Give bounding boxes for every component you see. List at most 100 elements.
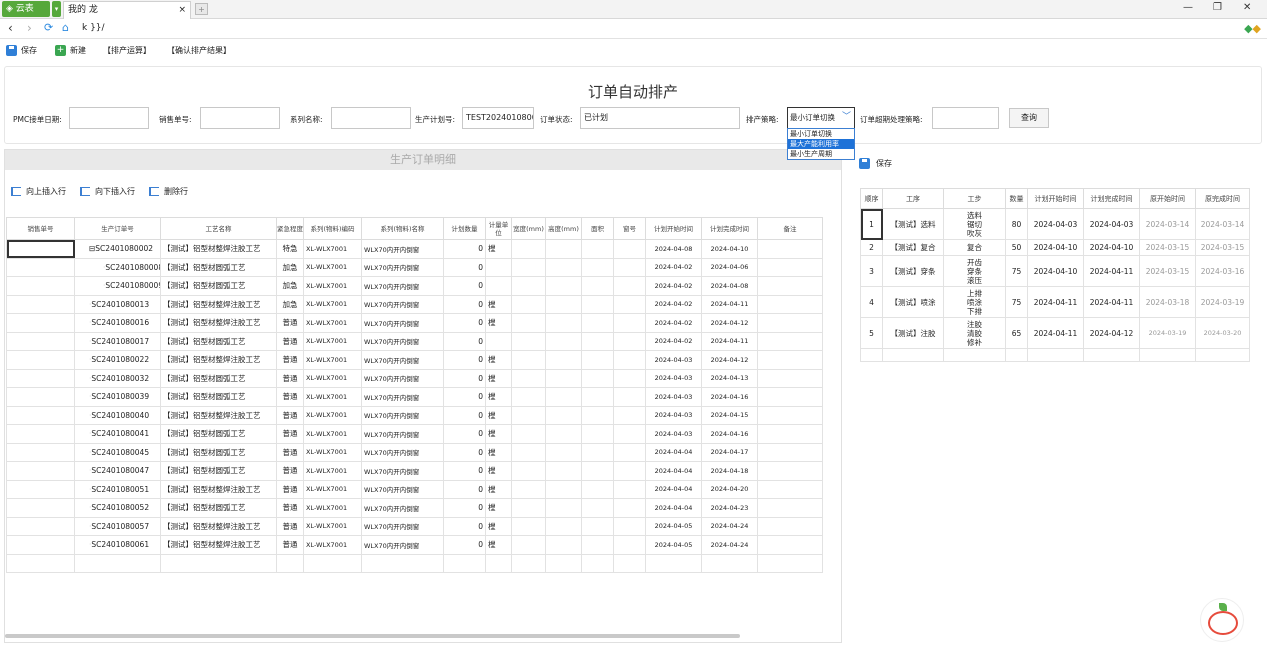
area-cell[interactable] — [581, 405, 614, 425]
remark-cell[interactable] — [757, 424, 823, 444]
empty-cell[interactable] — [1005, 348, 1028, 362]
process-cell[interactable]: 【测试】选料 — [882, 208, 944, 240]
empty-cell[interactable] — [1195, 348, 1250, 362]
empty-cell[interactable] — [361, 553, 444, 573]
end-cell[interactable]: 2024-04-16 — [701, 424, 758, 444]
end-cell[interactable]: 2024-04-08 — [701, 276, 758, 296]
brand-dropdown-icon[interactable]: ▾ — [52, 1, 61, 17]
unit-cell[interactable]: 樘 — [485, 313, 512, 333]
area-cell[interactable] — [581, 294, 614, 314]
brand-menu-button[interactable]: ◈ 云表 — [2, 1, 50, 17]
code-cell[interactable]: XL-WLX7001 — [303, 479, 362, 499]
table-row[interactable]: ·SC2401080047 【测试】铝型材圆弧工艺 普通 XL-WLX7001 WLX7… — [6, 461, 823, 481]
column-header[interactable]: 计划完成时间 — [701, 217, 758, 240]
height-cell[interactable] — [545, 276, 582, 296]
window-cell[interactable] — [613, 239, 646, 259]
end-cell[interactable]: 2024-04-03 — [1083, 208, 1140, 240]
empty-cell[interactable] — [276, 553, 304, 573]
start-cell[interactable]: 2024-04-03 — [645, 387, 702, 407]
end-cell[interactable]: 2024-04-06 — [701, 257, 758, 277]
empty-cell[interactable] — [860, 348, 883, 362]
height-cell[interactable] — [545, 313, 582, 333]
empty-cell[interactable] — [443, 553, 486, 573]
delete-row-button[interactable]: 删除行 — [149, 186, 188, 197]
column-header[interactable]: 计量单位 — [485, 217, 512, 240]
name-cell[interactable]: WLX70内开内倒窗 — [361, 387, 444, 407]
start-cell[interactable]: 2024-04-08 — [645, 239, 702, 259]
window-cell[interactable] — [613, 461, 646, 481]
width-cell[interactable] — [511, 424, 546, 444]
urgency-cell[interactable]: 普通 — [276, 535, 304, 555]
qty-cell[interactable]: 0 — [443, 498, 486, 518]
area-cell[interactable] — [581, 350, 614, 370]
forward-icon[interactable]: › — [27, 21, 32, 35]
remark-cell[interactable] — [757, 535, 823, 555]
order-no-cell[interactable]: ·SC2401080032 — [74, 368, 161, 388]
table-row[interactable]: ·SC2401080041 【测试】铝型材圆弧工艺 普通 XL-WLX7001 WLX7… — [6, 424, 823, 444]
height-cell[interactable] — [545, 479, 582, 499]
order-no-cell[interactable]: ·SC2401080039 — [74, 387, 161, 407]
qty-cell[interactable]: 0 — [443, 424, 486, 444]
seq-cell[interactable]: 4 — [860, 286, 883, 318]
order-no-cell[interactable]: ·SC2401080057 — [74, 516, 161, 536]
remark-cell[interactable] — [757, 461, 823, 481]
end-cell[interactable]: 2024-04-11 — [701, 331, 758, 351]
qty-cell[interactable]: 0 — [443, 516, 486, 536]
qty-cell[interactable]: 0 — [443, 479, 486, 499]
column-header[interactable]: 宽度(mm) — [511, 217, 546, 240]
code-cell[interactable]: XL-WLX7001 — [303, 516, 362, 536]
name-cell[interactable]: WLX70内开内倒窗 — [361, 313, 444, 333]
remark-cell[interactable] — [757, 257, 823, 277]
area-cell[interactable] — [581, 313, 614, 333]
strategy-option[interactable]: 最小订单切换 — [788, 129, 854, 139]
start-cell[interactable]: 2024-04-03 — [645, 424, 702, 444]
name-cell[interactable]: WLX70内开内倒窗 — [361, 294, 444, 314]
width-cell[interactable] — [511, 313, 546, 333]
sales-no-cell[interactable] — [6, 368, 75, 388]
area-cell[interactable] — [581, 424, 614, 444]
empty-cell[interactable] — [613, 553, 646, 573]
remark-cell[interactable] — [757, 276, 823, 296]
end-cell[interactable]: 2024-04-13 — [701, 368, 758, 388]
name-cell[interactable]: WLX70内开内倒窗 — [361, 331, 444, 351]
column-header[interactable]: 销售单号 — [6, 217, 75, 240]
table-row[interactable]: ·SC2401080040 【测试】铝型材整焊注胶工艺 普通 XL-WLX7001 WL… — [6, 405, 823, 425]
remark-cell[interactable] — [757, 442, 823, 462]
remark-cell[interactable] — [757, 239, 823, 259]
height-cell[interactable] — [545, 331, 582, 351]
refresh-icon[interactable]: ⟳ — [44, 21, 53, 34]
height-cell[interactable] — [545, 257, 582, 277]
sales-no-cell[interactable] — [6, 405, 75, 425]
window-cell[interactable] — [613, 442, 646, 462]
column-header[interactable]: 面积 — [581, 217, 614, 240]
urgency-cell[interactable]: 普通 — [276, 516, 304, 536]
name-cell[interactable]: WLX70内开内倒窗 — [361, 257, 444, 277]
window-cell[interactable] — [613, 516, 646, 536]
plan-no-input[interactable]: TEST2024010800 — [462, 107, 534, 129]
end-cell[interactable]: 2024-04-18 — [701, 461, 758, 481]
steps-cell[interactable]: 复合 — [943, 239, 1006, 256]
area-cell[interactable] — [581, 239, 614, 259]
empty-cell[interactable] — [1027, 348, 1084, 362]
new-tab-button[interactable]: + — [195, 3, 208, 15]
code-cell[interactable]: XL-WLX7001 — [303, 257, 362, 277]
window-cell[interactable] — [613, 257, 646, 277]
process-cell[interactable]: 【测试】铝型材整焊注胶工艺 — [160, 535, 277, 555]
end-cell[interactable]: 2024-04-10 — [701, 239, 758, 259]
order-no-cell[interactable]: ·SC2401080052 — [74, 498, 161, 518]
process-cell[interactable]: 【测试】复合 — [882, 239, 944, 256]
code-cell[interactable]: XL-WLX7001 — [303, 442, 362, 462]
empty-cell[interactable] — [485, 553, 512, 573]
area-cell[interactable] — [581, 479, 614, 499]
height-cell[interactable] — [545, 442, 582, 462]
orig-end-cell[interactable]: 2024-03-19 — [1195, 286, 1250, 318]
name-cell[interactable]: WLX70内开内倒窗 — [361, 239, 444, 259]
window-cell[interactable] — [613, 331, 646, 351]
urgency-cell[interactable]: 普通 — [276, 424, 304, 444]
orig-end-cell[interactable]: 2024-03-14 — [1195, 208, 1250, 240]
unit-cell[interactable]: 樘 — [485, 516, 512, 536]
column-header[interactable]: 紧急程度 — [276, 217, 304, 240]
empty-cell[interactable] — [645, 553, 702, 573]
height-cell[interactable] — [545, 461, 582, 481]
column-header[interactable]: 原完成时间 — [1195, 188, 1250, 209]
